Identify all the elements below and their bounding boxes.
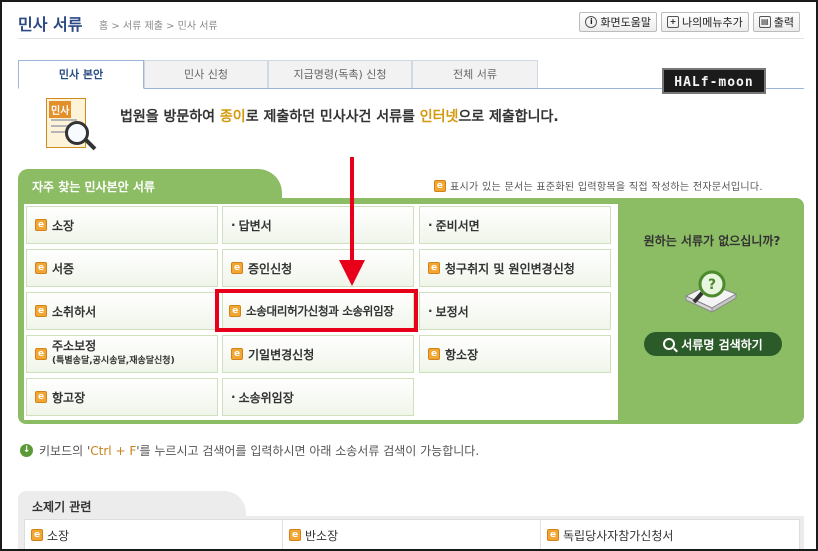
- e-doc-icon: e: [428, 262, 440, 274]
- doc-item-complaint[interactable]: e 소장: [26, 206, 218, 244]
- doc-item-appeal[interactable]: e 항소장: [419, 335, 611, 373]
- logo: HALf-moon: [662, 68, 766, 94]
- e-doc-icon: e: [35, 262, 47, 274]
- doc-item-witness-request[interactable]: e 증인신청: [222, 249, 414, 287]
- doc-item-correction[interactable]: · 보정서: [419, 292, 611, 330]
- e-doc-icon: e: [35, 391, 47, 403]
- doc-item-address-correction[interactable]: e 주소보정 (특별송달,공시송달,재송달신청): [26, 335, 218, 373]
- document-search-label: 서류명 검색하기: [681, 337, 763, 352]
- doc-icon-label: 민사: [49, 101, 72, 118]
- add-my-menu-button[interactable]: + 나의메뉴추가: [661, 12, 749, 32]
- screenshot-frame: 민사 서류 홈 > 서류 제출 > 민사 서류 i 화면도움말 + 나의메뉴추가…: [0, 0, 818, 551]
- doc-item-independent-party[interactable]: e 독립당사자참가신청서: [541, 520, 799, 549]
- annotation-highlight-box: [215, 289, 418, 332]
- tab-civil-application[interactable]: 민사 신청: [144, 60, 268, 88]
- doc-item-preparatory-brief[interactable]: · 준비서면: [419, 206, 611, 244]
- page-title: 민사 서류: [18, 15, 83, 34]
- magnifier-handle: [83, 137, 97, 151]
- e-doc-icon: e: [35, 348, 47, 360]
- doc-item-claim-change[interactable]: e 청구취지 및 원인변경신청: [419, 249, 611, 287]
- e-doc-icon: e: [231, 348, 243, 360]
- header-divider: [18, 38, 804, 39]
- help-button[interactable]: i 화면도움말: [579, 12, 658, 32]
- e-doc-icon: e: [434, 179, 446, 192]
- tab-civil-main[interactable]: 민사 본안: [18, 60, 144, 89]
- doc-search-side: 원하는 서류가 없으십니까? ? 서류명 검색하기: [620, 206, 804, 422]
- printer-icon: ▤: [758, 16, 771, 28]
- e-doc-note: e 표시가 있는 문서는 표준화된 입력항목을 직접 작성하는 전자문서입니다.: [434, 178, 763, 193]
- e-doc-icon: e: [35, 219, 47, 231]
- e-doc-icon: e: [547, 529, 559, 541]
- e-doc-icon: e: [31, 529, 43, 541]
- add-my-menu-label: 나의메뉴추가: [682, 16, 743, 29]
- keyboard-tip: ↓ 키보드의 'Ctrl + F'를 누르시고 검색어를 입력하시면 아래 소송…: [20, 442, 479, 459]
- document-search-button[interactable]: 서류명 검색하기: [644, 332, 782, 356]
- annotation-arrow-shaft: [350, 157, 354, 265]
- e-doc-icon: e: [35, 305, 47, 317]
- svg-text:?: ?: [708, 277, 716, 293]
- print-button[interactable]: ▤ 출력: [752, 12, 800, 32]
- search-icon: [663, 338, 676, 350]
- tab-payment-order[interactable]: 지급명령(독촉) 신청: [268, 60, 412, 88]
- info-icon: i: [585, 16, 598, 28]
- breadcrumb: 홈 > 서류 제출 > 민사 서류: [99, 21, 218, 32]
- frequent-docs-title: 자주 찾는 민사본안 서류: [18, 169, 282, 199]
- e-doc-icon: e: [428, 348, 440, 360]
- doc-item-answer[interactable]: · 답변서: [222, 206, 414, 244]
- e-doc-note-text: 표시가 있는 문서는 표준화된 입력항목을 직접 작성하는 전자문서입니다.: [450, 182, 763, 193]
- doc-item-complaint-appeal[interactable]: e 항고장: [26, 378, 218, 416]
- doc-item-power-of-attorney[interactable]: · 소송위임장: [222, 378, 414, 416]
- book-magnifier-icon: ?: [684, 270, 738, 313]
- help-button-label: 화면도움말: [600, 16, 652, 29]
- doc-item-date-change[interactable]: e 기일변경신청: [222, 335, 414, 373]
- e-doc-icon: e: [231, 262, 243, 274]
- side-question: 원하는 서류가 없으십니까?: [643, 234, 781, 248]
- tab-all-documents[interactable]: 전체 서류: [412, 60, 538, 88]
- doc-item-counterclaim[interactable]: e 반소장: [283, 520, 541, 549]
- section2-title: 소제기 관련: [18, 491, 246, 517]
- e-doc-icon: e: [289, 529, 301, 541]
- print-button-label: 출력: [773, 16, 794, 29]
- down-arrow-icon: ↓: [20, 444, 33, 457]
- bookmark-icon: +: [667, 16, 680, 28]
- doc-item-documentary-evidence[interactable]: e 서증: [26, 249, 218, 287]
- document-search-icon: 민사: [46, 98, 97, 151]
- doc-item-withdrawal[interactable]: e 소취하서: [26, 292, 218, 330]
- annotation-arrow-head: [339, 260, 365, 286]
- intro-text: 법원을 방문하여 종이로 제출하던 민사사건 서류를 인터넷으로 제출합니다.: [120, 109, 559, 125]
- keyboard-tip-text: 키보드의 'Ctrl + F'를 누르시고 검색어를 입력하시면 아래 소송서류…: [39, 444, 480, 458]
- doc-item-complaint-2[interactable]: e 소장: [25, 520, 283, 549]
- top-toolbar: i 화면도움말 + 나의메뉴추가 ▤ 출력: [579, 12, 800, 32]
- section2-grid: e 소장 e 반소장 e 독립당사자참가신청서: [24, 519, 800, 549]
